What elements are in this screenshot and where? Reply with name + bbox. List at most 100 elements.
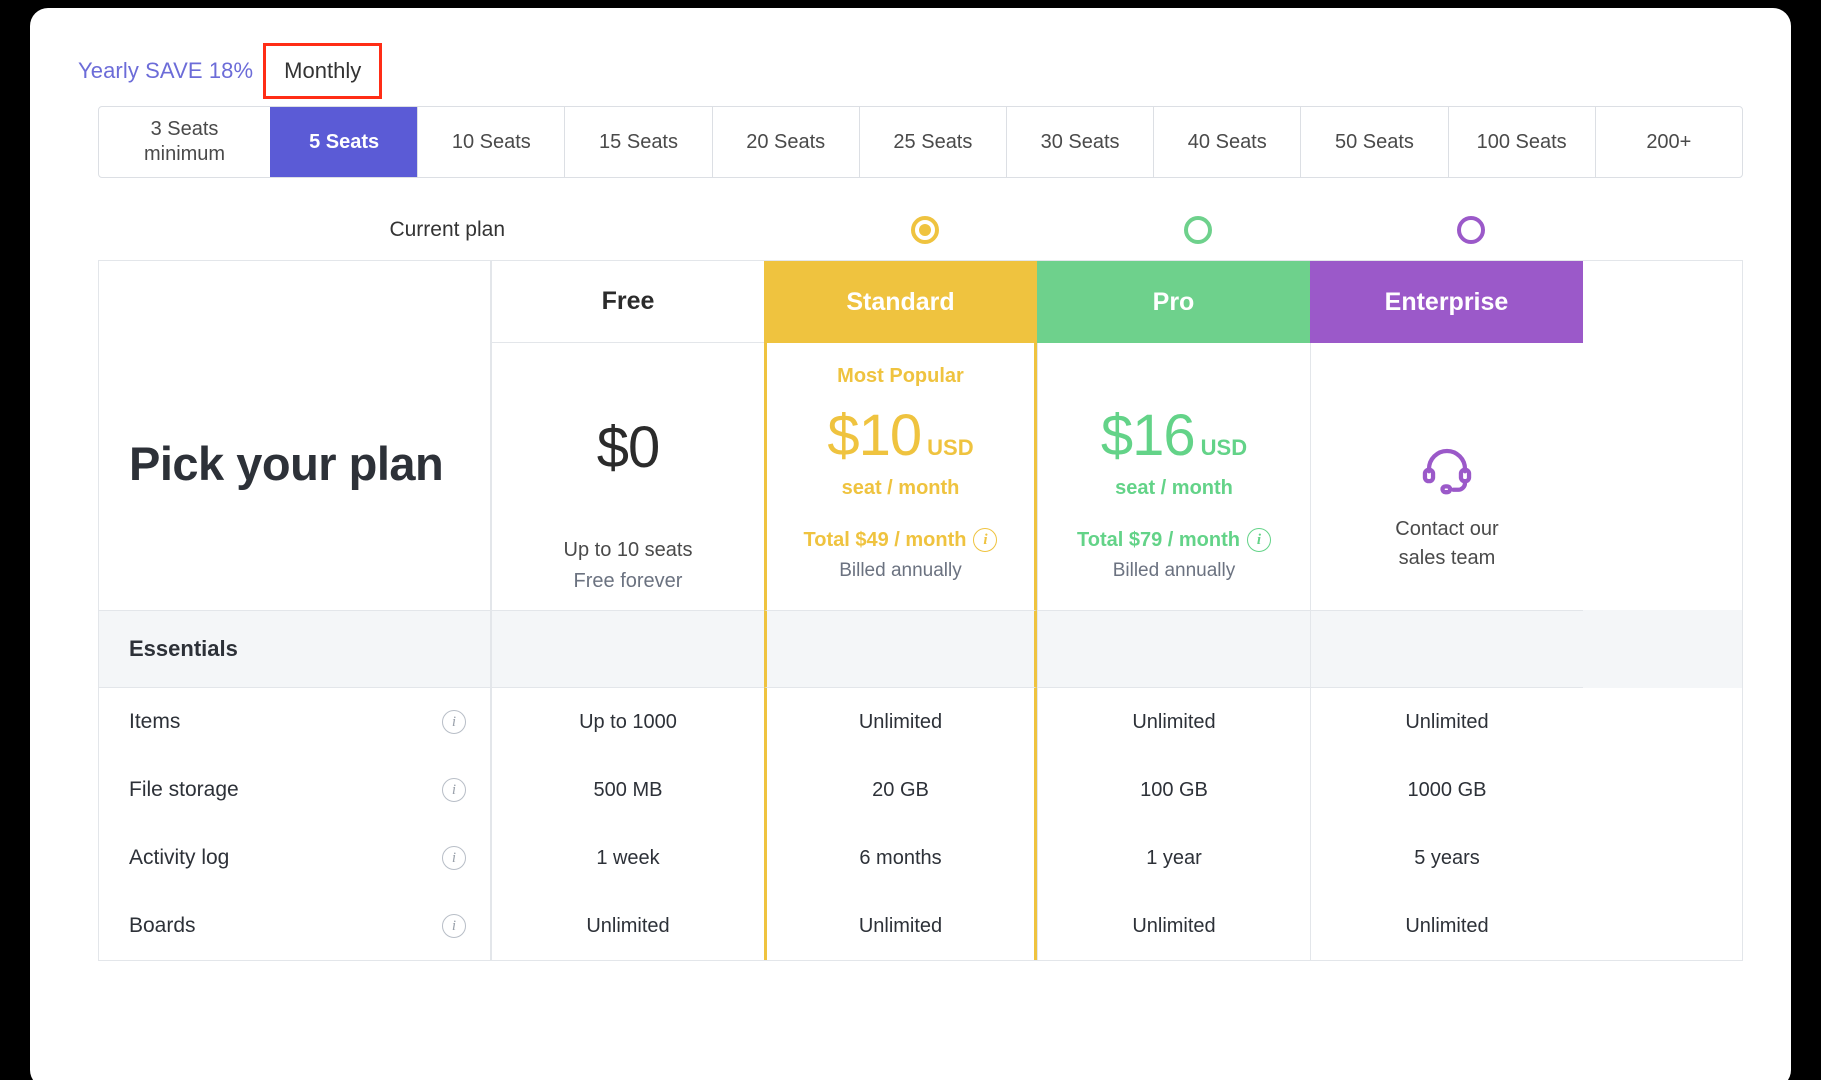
feature-name: Items: [129, 710, 181, 733]
price-period: seat / month: [1115, 477, 1233, 499]
section-title-cell: Essentials: [99, 610, 491, 688]
contact-sales-text: Contact our sales team: [1395, 518, 1499, 569]
radio-enterprise[interactable]: [1456, 216, 1485, 244]
feature-value-free: 1 week: [491, 824, 764, 892]
seat-option-3[interactable]: 15 Seats: [564, 107, 711, 177]
billing-monthly-option[interactable]: Monthly: [263, 43, 383, 99]
seat-option-10[interactable]: 200+: [1594, 107, 1742, 177]
feature-name-cell: File storage i: [99, 756, 491, 824]
price-cell-free: $0 Up to 10 seats Free forever: [491, 343, 764, 610]
seat-option-2[interactable]: 10 Seats: [417, 107, 564, 177]
screenshot-root: Yearly SAVE 18% Monthly 3 Seats minimum 5 …: [0, 0, 1821, 1080]
plan-radio-cell-pro: [1061, 216, 1334, 244]
feature-value-free: Unlimited: [491, 892, 764, 960]
price-total-line: Total $49 / month i: [804, 528, 998, 552]
feature-value-standard: 6 months: [764, 824, 1037, 892]
feature-name: Activity log: [129, 846, 230, 869]
pricing-table: Free Standard Pro Enterprise Pick your plan…: [98, 260, 1743, 961]
feature-value-pro: 1 year: [1037, 824, 1310, 892]
feature-name-cell: Activity log i: [99, 824, 491, 892]
radio-standard[interactable]: [910, 216, 939, 244]
plan-header-standard[interactable]: Standard: [764, 261, 1037, 343]
seat-option-5[interactable]: 25 Seats: [858, 107, 1006, 177]
price-note-primary: Up to 10 seats: [563, 539, 693, 561]
price-row: Pick your plan $0 Up to 10 seats Free fore…: [99, 343, 1742, 610]
feature-sections: Essentials Items i Up to 1000 Unlimited Unlim…: [99, 610, 1742, 960]
contact-sales-block[interactable]: Contact our sales team: [1395, 365, 1499, 610]
plan-radio-cell-free: [515, 216, 788, 244]
most-popular-badge: Most Popular: [837, 365, 964, 387]
feature-column-header: [99, 261, 491, 343]
section-band-free: [491, 610, 764, 688]
plan-radio-group: [515, 216, 1607, 244]
feature-name-cell: Boards i: [99, 892, 491, 960]
feature-value-free: Up to 1000: [491, 688, 764, 756]
price-amount: $0: [597, 419, 661, 477]
seats-selector[interactable]: 3 Seats minimum 5 Seats 10 Seats 15 Seats 20 …: [98, 106, 1743, 178]
price-total-text: Total $49 / month: [803, 528, 967, 551]
plan-name-label: Free: [601, 287, 655, 315]
feature-row: File storage i 500 MB 20 GB 100 GB 1000 GB: [99, 756, 1742, 824]
total-info-icon[interactable]: i: [1246, 528, 1271, 552]
seat-option-6[interactable]: 30 Seats: [1006, 107, 1153, 177]
plan-headers: Free Standard Pro Enterprise: [491, 261, 1583, 343]
price-note-group: Total $79 / month i Billed annually: [1077, 528, 1271, 582]
section-row-essentials: Essentials: [99, 610, 1742, 688]
feature-value-enterprise: Unlimited: [1310, 688, 1583, 756]
headset-icon: [1420, 442, 1474, 501]
price-cells: $0 Up to 10 seats Free forever Most Popular…: [491, 343, 1583, 610]
feature-info-icon[interactable]: i: [442, 914, 466, 938]
price-value: $10: [827, 403, 922, 468]
price-note-group: Up to 10 seats Free forever: [564, 539, 693, 593]
section-title: Essentials: [129, 636, 238, 661]
page-title: Pick your plan: [129, 436, 444, 490]
price-cell-pro: $16 USD seat / month Total $79 / month i Bill…: [1037, 343, 1310, 610]
billing-period-toggle: Yearly SAVE 18% Monthly: [30, 8, 1791, 100]
seat-option-0[interactable]: 3 Seats minimum: [99, 107, 270, 177]
price-period: seat / month: [841, 477, 960, 499]
feature-value-pro: Unlimited: [1037, 892, 1310, 960]
plan-radio-cell-enterprise: [1334, 216, 1607, 244]
radio-pro[interactable]: [1183, 216, 1212, 244]
seat-option-7[interactable]: 40 Seats: [1153, 107, 1300, 177]
price-amount: $16 USD: [1101, 407, 1247, 465]
total-info-icon[interactable]: i: [973, 528, 998, 552]
seat-option-1[interactable]: 5 Seats: [270, 107, 418, 177]
feature-value-pro: Unlimited: [1037, 688, 1310, 756]
price-amount: $10 USD: [827, 407, 973, 465]
feature-info-icon[interactable]: i: [442, 710, 466, 734]
plan-header-enterprise[interactable]: Enterprise: [1310, 261, 1583, 343]
billing-yearly-option[interactable]: Yearly SAVE 18%: [78, 58, 253, 84]
pricing-window: Yearly SAVE 18% Monthly 3 Seats minimum 5 …: [30, 8, 1791, 1080]
billing-monthly-label: Monthly: [284, 58, 362, 83]
price-total-text: Total $79 / month: [1077, 528, 1240, 551]
price-currency: USD: [1200, 435, 1248, 460]
feature-info-icon[interactable]: i: [442, 778, 466, 802]
feature-name: File storage: [129, 778, 239, 801]
seat-option-4[interactable]: 20 Seats: [711, 107, 859, 177]
plan-name-label: Pro: [1152, 287, 1195, 316]
price-total-line: Total $79 / month i: [1077, 528, 1271, 552]
feature-value-standard: Unlimited: [764, 688, 1037, 756]
price-value: $16: [1100, 403, 1196, 468]
seat-option-9[interactable]: 100 Seats: [1447, 107, 1595, 177]
feature-value-enterprise: Unlimited: [1310, 892, 1583, 960]
price-note-group: Total $49 / month i Billed annually: [804, 528, 998, 582]
seat-option-8[interactable]: 50 Seats: [1300, 107, 1447, 177]
feature-info-icon[interactable]: i: [442, 846, 466, 870]
plan-name-label: Enterprise: [1384, 287, 1509, 316]
feature-row: Items i Up to 1000 Unlimited Unlimited Unlimi…: [99, 688, 1742, 756]
price-billing-note: Billed annually: [1112, 560, 1236, 581]
feature-value-standard: 20 GB: [764, 756, 1037, 824]
plan-radio-cell-standard: [788, 216, 1061, 244]
feature-value-free: 500 MB: [491, 756, 764, 824]
plan-header-free[interactable]: Free: [491, 261, 764, 343]
page-title-cell: Pick your plan: [99, 343, 491, 610]
feature-row: Boards i Unlimited Unlimited Unlimited Unlimi…: [99, 892, 1742, 960]
feature-value-enterprise: 1000 GB: [1310, 756, 1583, 824]
price-currency: USD: [927, 435, 974, 460]
radio-selected-dot: [918, 224, 931, 236]
plan-header-pro[interactable]: Pro: [1037, 261, 1310, 343]
feature-value-pro: 100 GB: [1037, 756, 1310, 824]
price-billing-note: Billed annually: [839, 560, 962, 581]
